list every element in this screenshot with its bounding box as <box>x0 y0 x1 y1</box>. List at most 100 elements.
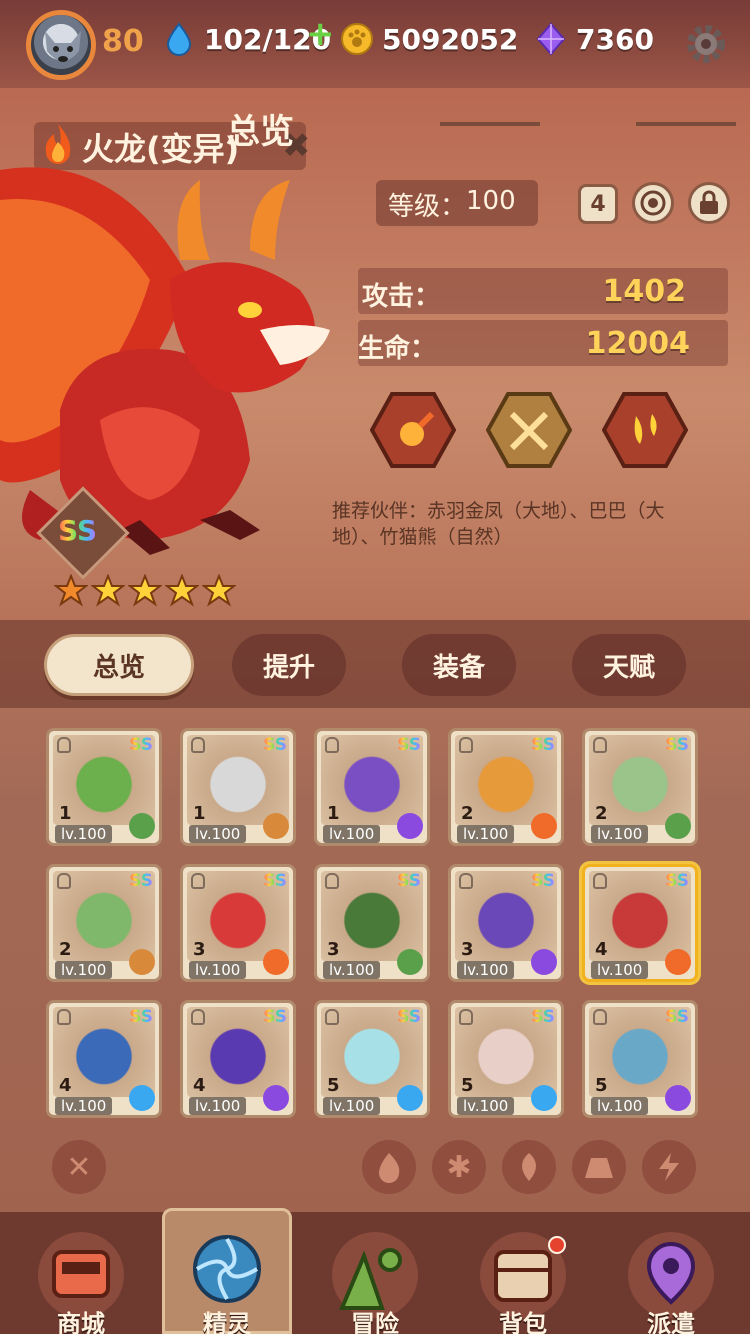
sprite-card[interactable]: SS 4 lv.100 <box>180 1000 296 1118</box>
skill-slash-icon[interactable] <box>486 392 572 468</box>
lock-icon[interactable] <box>57 873 71 889</box>
sprite-card[interactable]: SS 1 lv.100 <box>46 728 162 846</box>
filter-lightning-icon[interactable] <box>642 1140 696 1194</box>
add-energy-button[interactable]: + <box>306 14 335 54</box>
sprite-star-count: 4 <box>59 1075 72 1096</box>
lock-icon[interactable] <box>459 1009 473 1025</box>
sprite-level: lv.100 <box>55 961 113 979</box>
sprite-level: lv.100 <box>189 825 247 843</box>
earth-icon <box>263 813 289 839</box>
settings-gear-icon[interactable] <box>684 22 728 66</box>
star-icon <box>202 574 236 607</box>
earth-icon <box>129 949 155 975</box>
sprite-card[interactable]: SS 1 lv.100 <box>314 728 430 846</box>
lock-button[interactable] <box>688 182 730 224</box>
ice-icon <box>531 1085 557 1111</box>
lock-icon[interactable] <box>593 737 607 753</box>
level-label: 等级： <box>388 192 467 222</box>
sprite-card[interactable]: SS 3 lv.100 <box>448 864 564 982</box>
sprite-rank: SS <box>397 1007 421 1027</box>
level-badge[interactable]: 4 <box>578 184 618 224</box>
sprite-rank: SS <box>665 735 689 755</box>
filter-earth-icon[interactable] <box>572 1140 626 1194</box>
sprite-level: lv.100 <box>55 1097 113 1115</box>
attack-label: 攻击： <box>362 282 441 312</box>
lock-icon[interactable] <box>191 873 205 889</box>
lock-icon[interactable] <box>191 1009 205 1025</box>
tab-equipment[interactable]: 装备 <box>402 634 516 696</box>
skill-fireball-icon[interactable] <box>370 392 456 468</box>
nav-sprite[interactable]: 精灵 <box>172 1224 282 1334</box>
sprite-card[interactable]: SS 5 lv.100 <box>314 1000 430 1118</box>
lock-icon[interactable] <box>593 1009 607 1025</box>
sprite-level: lv.100 <box>323 961 381 979</box>
star-icon <box>165 574 199 607</box>
skill-flame-icon[interactable] <box>602 392 688 468</box>
sprite-star-count: 2 <box>59 939 72 960</box>
filter-clear-icon[interactable]: ✕ <box>52 1140 106 1194</box>
tab-talent[interactable]: 天赋 <box>572 634 686 696</box>
shop-icon <box>52 1250 110 1298</box>
sprite-card[interactable]: SS 4 lv.100 <box>582 864 698 982</box>
sprite-rank: SS <box>665 871 689 891</box>
lock-icon[interactable] <box>593 873 607 889</box>
sprite-card[interactable]: SS 3 lv.100 <box>314 864 430 982</box>
coins-display: 5092052 <box>340 22 518 56</box>
fire-icon <box>263 949 289 975</box>
lock-icon[interactable] <box>459 873 473 889</box>
sprite-rank: SS <box>665 1007 689 1027</box>
leaf-icon <box>665 813 691 839</box>
lock-icon[interactable] <box>57 1009 71 1025</box>
sprite-rank: SS <box>263 871 287 891</box>
nav-shop[interactable]: 商城 <box>26 1224 136 1334</box>
sprite-rank: SS <box>397 871 421 891</box>
sprite-star-count: 4 <box>193 1075 206 1096</box>
filter-fire-icon[interactable] <box>362 1140 416 1194</box>
target-button[interactable] <box>632 182 674 224</box>
sprite-card[interactable]: SS 1 lv.100 <box>180 728 296 846</box>
sprite-star-count: 1 <box>193 803 206 824</box>
sprite-card[interactable]: SS 5 lv.100 <box>582 1000 698 1118</box>
title-ornament-left <box>440 122 540 126</box>
sprite-rank: SS <box>531 735 555 755</box>
sprite-rank: SS <box>129 871 153 891</box>
sprite-level: lv.100 <box>591 1097 649 1115</box>
wolf-icon <box>45 31 81 62</box>
sprite-level: lv.100 <box>591 961 649 979</box>
water-drop-icon <box>166 22 192 56</box>
sprite-level: lv.100 <box>457 1097 515 1115</box>
sprite-level: lv.100 <box>189 961 247 979</box>
dispatch-icon <box>646 1241 696 1305</box>
recommended-partners: 推荐伙伴：赤羽金凤（大地）、巴巴（大地）、竹猫熊（自然） <box>332 500 665 548</box>
ice-icon <box>397 1085 423 1111</box>
nav-dispatch[interactable]: 派遣 <box>616 1224 726 1334</box>
sprite-rank: SS <box>397 735 421 755</box>
filter-leaf-icon[interactable] <box>502 1140 556 1194</box>
filter-ice-icon[interactable]: ✱ <box>432 1140 486 1194</box>
lock-icon[interactable] <box>325 873 339 889</box>
sprite-star-count: 5 <box>595 1075 608 1096</box>
tab-upgrade[interactable]: 提升 <box>232 634 346 696</box>
leaf-icon <box>397 949 423 975</box>
lock-icon[interactable] <box>57 737 71 753</box>
sprite-card[interactable]: SS 5 lv.100 <box>448 1000 564 1118</box>
fire-icon <box>665 949 691 975</box>
sprite-card[interactable]: SS 4 lv.100 <box>46 1000 162 1118</box>
sprite-card[interactable]: SS 2 lv.100 <box>46 864 162 982</box>
lock-icon[interactable] <box>325 737 339 753</box>
sprite-star-count: 2 <box>595 803 608 824</box>
overview-title: 总览 <box>226 112 294 152</box>
sprite-level: lv.100 <box>457 825 515 843</box>
tab-overview[interactable]: 总览 <box>44 634 194 696</box>
lock-icon[interactable] <box>191 737 205 753</box>
lightning-icon <box>263 1085 289 1111</box>
sprite-card[interactable]: SS 2 lv.100 <box>448 728 564 846</box>
lock-icon[interactable] <box>459 737 473 753</box>
player-avatar[interactable] <box>26 10 96 80</box>
sprite-card[interactable]: SS 3 lv.100 <box>180 864 296 982</box>
lock-icon[interactable] <box>325 1009 339 1025</box>
nav-adventure[interactable]: 冒险 <box>320 1224 430 1334</box>
gem-icon <box>536 22 566 56</box>
ice-icon <box>129 1085 155 1111</box>
sprite-card[interactable]: SS 2 lv.100 <box>582 728 698 846</box>
